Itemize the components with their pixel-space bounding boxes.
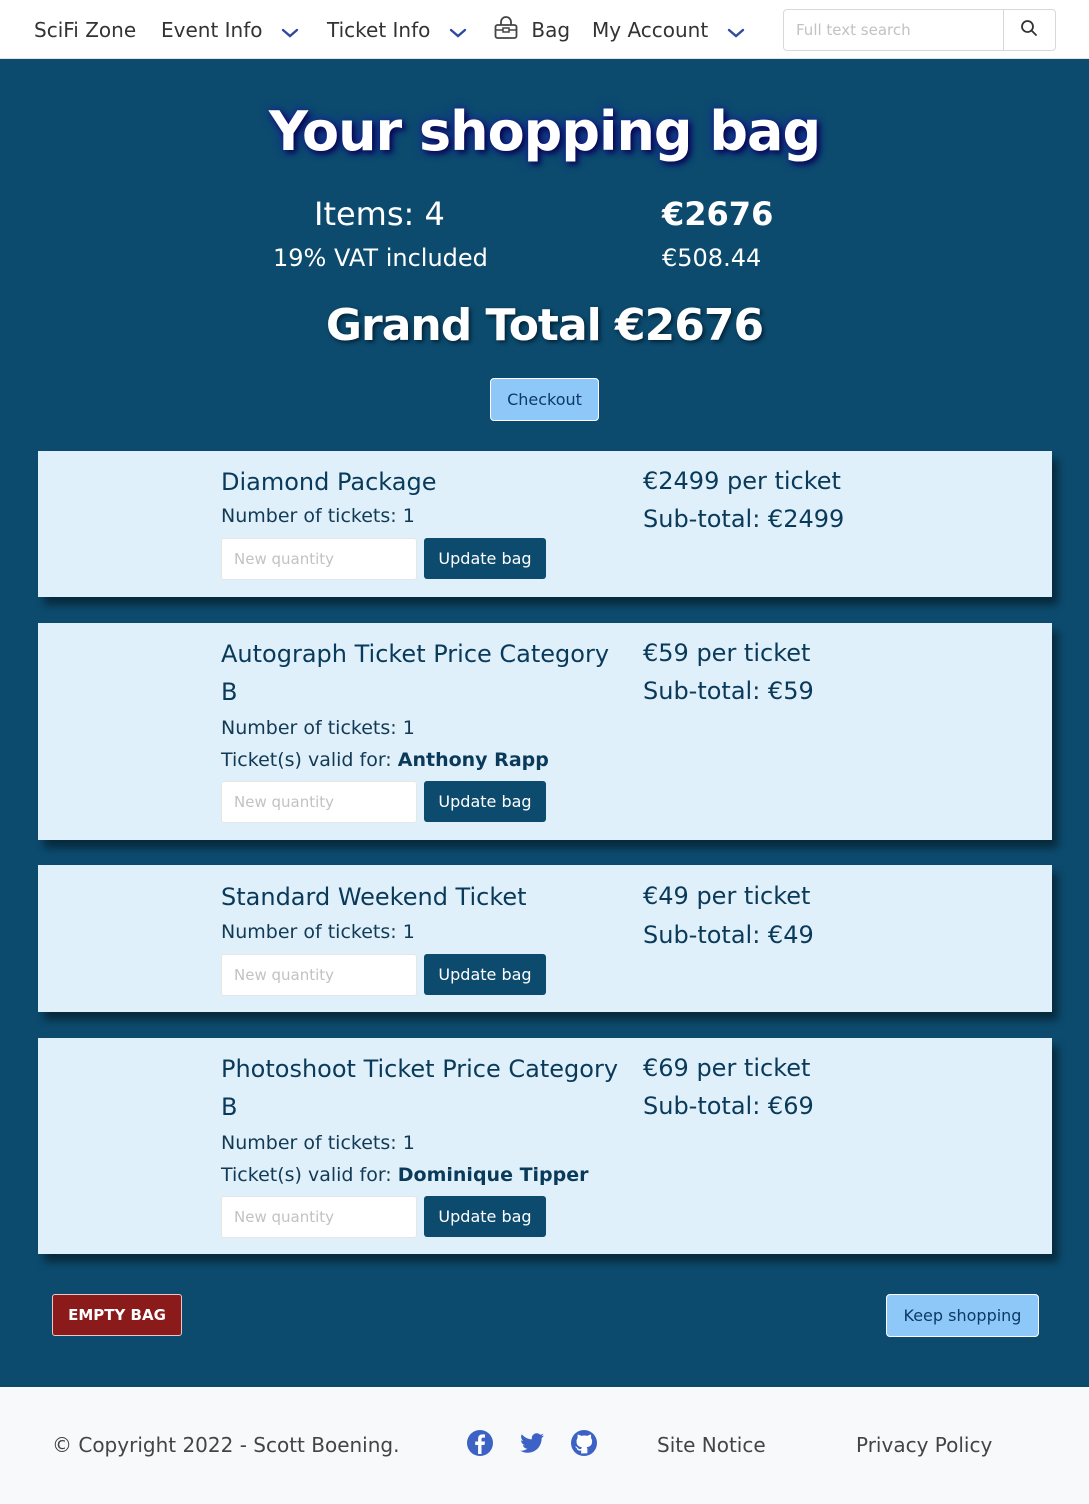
quantity-input[interactable]	[221, 954, 417, 996]
search-icon	[1020, 19, 1038, 41]
nav-ticket-info-label: Ticket Info	[327, 18, 431, 42]
item-unit-price: €59 per ticket	[643, 639, 811, 667]
nav-my-account[interactable]: My Account	[592, 16, 745, 44]
item-unit-price: €49 per ticket	[643, 882, 811, 910]
search-input[interactable]	[784, 10, 1004, 50]
bag-total: €2676	[662, 195, 774, 233]
item-ticket-count: Number of tickets: 1	[221, 1132, 415, 1154]
top-navbar: SciFi Zone Event Info Ticket Info Bag My…	[0, 0, 1089, 59]
update-bag-button[interactable]: Update bag	[424, 954, 546, 995]
bag-item: Photoshoot Ticket Price Category B Numbe…	[38, 1038, 1052, 1254]
valid-for-name: Dominique Tipper	[397, 1164, 589, 1186]
search-button[interactable]	[1003, 10, 1055, 50]
item-subtotal: Sub-total: €59	[643, 677, 814, 705]
item-subtotal: Sub-total: €69	[643, 1092, 814, 1120]
chevron-down-icon	[281, 18, 299, 46]
item-subtotal: Sub-total: €2499	[643, 505, 845, 533]
item-ticket-count: Number of tickets: 1	[221, 717, 415, 739]
nav-my-account-label: My Account	[592, 18, 709, 42]
site-notice-link[interactable]: Site Notice	[657, 1433, 766, 1457]
chevron-down-icon	[449, 18, 467, 46]
item-name: Standard Weekend Ticket	[221, 883, 527, 911]
items-count: Items: 4	[314, 195, 445, 233]
page-title: Your shopping bag	[268, 100, 821, 163]
item-unit-price: €69 per ticket	[643, 1054, 811, 1082]
quantity-input[interactable]	[221, 1196, 417, 1238]
chevron-down-icon	[727, 18, 745, 46]
item-valid-for: Ticket(s) valid for: Dominique Tipper	[221, 1164, 589, 1186]
item-valid-for: Ticket(s) valid for: Anthony Rapp	[221, 749, 549, 771]
twitter-icon[interactable]	[518, 1429, 546, 1457]
item-name: Autograph Ticket Price Category B	[221, 640, 610, 706]
nav-bag-label: Bag	[531, 18, 571, 42]
nav-bag[interactable]: Bag	[493, 16, 570, 44]
update-bag-button[interactable]: Update bag	[424, 538, 546, 579]
update-bag-button[interactable]: Update bag	[424, 1196, 546, 1237]
checkout-button[interactable]: Checkout	[490, 378, 599, 421]
update-bag-button[interactable]: Update bag	[424, 781, 546, 822]
privacy-policy-link[interactable]: Privacy Policy	[856, 1433, 992, 1457]
valid-for-label: Ticket(s) valid for:	[221, 1164, 398, 1186]
nav-ticket-info[interactable]: Ticket Info	[327, 16, 467, 44]
quantity-input[interactable]	[221, 538, 417, 580]
facebook-icon[interactable]	[466, 1429, 494, 1457]
vat-amount: €508.44	[662, 244, 762, 272]
keep-shopping-button[interactable]: Keep shopping	[886, 1294, 1039, 1337]
valid-for-label: Ticket(s) valid for:	[221, 749, 398, 771]
valid-for-name: Anthony Rapp	[397, 749, 549, 771]
github-icon[interactable]	[570, 1429, 598, 1457]
empty-bag-button[interactable]: EMPTY BAG	[52, 1294, 182, 1336]
grand-total: Grand Total €2676	[325, 300, 764, 351]
item-unit-price: €2499 per ticket	[643, 467, 841, 495]
footer: © Copyright 2022 - Scott Boening. Site N…	[0, 1387, 1089, 1504]
brand-link[interactable]: SciFi Zone	[34, 16, 136, 44]
item-subtotal: Sub-total: €49	[643, 921, 814, 949]
item-ticket-count: Number of tickets: 1	[221, 921, 415, 943]
search-bar	[783, 9, 1056, 51]
item-name: Photoshoot Ticket Price Category B	[221, 1055, 619, 1121]
bag-item: Diamond Package Number of tickets: 1 €24…	[38, 451, 1052, 597]
vat-label: 19% VAT included	[273, 244, 488, 272]
bag-item: Autograph Ticket Price Category B Number…	[38, 623, 1052, 840]
item-name: Diamond Package	[221, 468, 437, 496]
bag-item: Standard Weekend Ticket Number of ticket…	[38, 865, 1052, 1012]
copyright-text: © Copyright 2022 - Scott Boening.	[52, 1433, 400, 1457]
bag-icon	[493, 16, 519, 47]
quantity-input[interactable]	[221, 781, 417, 823]
item-ticket-count: Number of tickets: 1	[221, 505, 415, 527]
nav-event-info[interactable]: Event Info	[161, 16, 299, 44]
nav-event-info-label: Event Info	[161, 18, 263, 42]
